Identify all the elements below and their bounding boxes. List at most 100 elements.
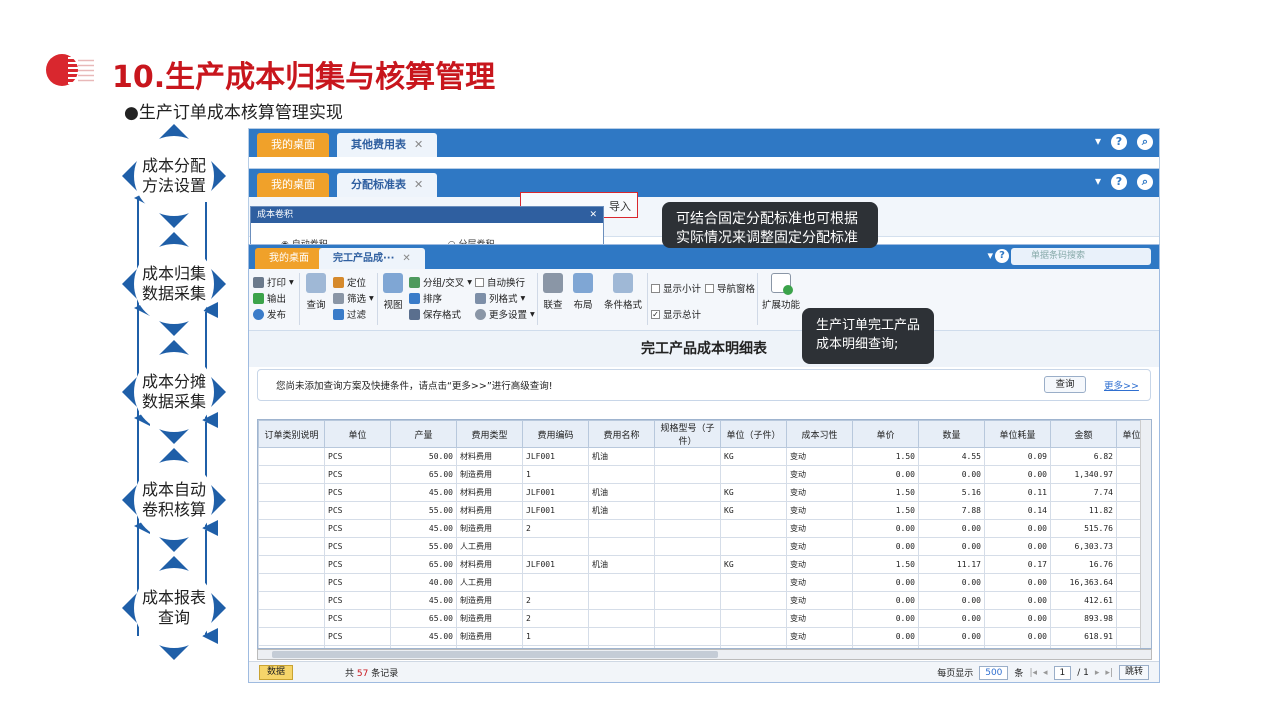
column-header[interactable]: 数量 xyxy=(918,420,985,448)
query-submit-button[interactable]: 查询 xyxy=(1044,376,1086,393)
table-cell xyxy=(258,501,325,520)
flow-node-2: 成本归集数据采集 xyxy=(118,228,230,340)
vertical-scrollbar[interactable] xyxy=(1140,420,1151,648)
table-cell: 1 xyxy=(522,465,589,484)
column-header[interactable]: 规格型号（子件） xyxy=(654,420,721,448)
publish-icon xyxy=(253,308,264,320)
filter2-button[interactable]: 过滤 xyxy=(333,307,366,321)
publish-button[interactable]: 发布 xyxy=(253,307,286,321)
table-cell: 11.82 xyxy=(1050,501,1117,520)
prev-page-icon[interactable]: ◂ xyxy=(1043,668,1048,678)
chevron-down-icon[interactable]: ▾ xyxy=(1095,174,1101,190)
table-cell: 7.88 xyxy=(918,501,985,520)
per-page-input[interactable]: 500 xyxy=(979,665,1009,680)
column-format-button[interactable]: 列格式 ▾ xyxy=(475,291,525,305)
tab-allocation-standard[interactable]: 分配标准表 ✕ xyxy=(337,173,438,197)
tab-desktop[interactable]: 我的桌面 xyxy=(257,173,329,197)
ribbon-label: 更多设置 xyxy=(489,310,528,321)
table-cell: 变动 xyxy=(786,573,853,592)
table-cell xyxy=(654,447,721,466)
ribbon-label: 筛选 xyxy=(347,294,367,305)
last-page-icon[interactable]: ▸| xyxy=(1105,668,1113,678)
close-icon[interactable]: ✕ xyxy=(402,253,410,264)
extend-button[interactable]: 扩展功能 xyxy=(761,273,801,311)
save-format-button[interactable]: 保存格式 xyxy=(409,307,461,321)
column-header[interactable]: 费用编码 xyxy=(522,420,589,448)
table-row[interactable]: PCS 45.00 制造费用 2 变动 0.00 0.00 0.00 515.76 xyxy=(258,519,1147,538)
sort-button[interactable]: 排序 xyxy=(409,291,442,305)
help-icon[interactable]: ? xyxy=(1111,174,1127,190)
nav-pane-toggle[interactable]: 导航窗格 xyxy=(705,281,755,295)
divider xyxy=(647,273,648,325)
table-cell: 0.00 xyxy=(852,573,919,592)
horizontal-scrollbar[interactable] xyxy=(257,649,1152,660)
layout-button[interactable]: 布局 xyxy=(571,273,595,311)
table-row[interactable]: PCS 45.00 制造费用 2 变动 0.00 0.00 0.00 412.61 xyxy=(258,591,1147,610)
conditional-format-button[interactable]: 条件格式 xyxy=(603,273,643,311)
show-subtotal-toggle[interactable]: 显示小计 xyxy=(651,281,701,295)
link-query-button[interactable]: 联查 xyxy=(541,273,565,311)
table-cell: 机油 xyxy=(588,555,655,574)
column-header[interactable]: 成本习性 xyxy=(786,420,853,448)
locate-button[interactable]: 定位 xyxy=(333,275,366,289)
column-header[interactable]: 费用类型 xyxy=(456,420,523,448)
chevron-down-icon[interactable]: ▾ xyxy=(987,249,993,262)
close-icon[interactable]: ✕ xyxy=(414,138,423,151)
table-row[interactable]: PCS 55.00 人工费用 变动 0.00 0.00 0.00 6,303.73 xyxy=(258,537,1147,556)
search-icon[interactable]: ⌕ xyxy=(1137,134,1153,150)
table-row[interactable]: PCS 55.00 材料费用 JLF001 机油 KG 变动 1.50 7.88 0.14 11.8… xyxy=(258,501,1147,520)
column-header[interactable]: 订单类别说明 xyxy=(258,420,325,448)
tab-desktop[interactable]: 我的桌面 xyxy=(257,133,329,157)
jump-button[interactable]: 跳转 xyxy=(1118,665,1149,680)
table-row[interactable]: PCS 50.00 材料费用 JLF001 机油 KG 变动 1.50 4.55 0.09 6.82 xyxy=(258,447,1147,466)
more-link[interactable]: 更多>> xyxy=(1104,378,1139,392)
ribbon-label: 定位 xyxy=(347,278,367,289)
next-page-icon[interactable]: ▸ xyxy=(1095,668,1100,678)
column-header[interactable]: 金额 xyxy=(1050,420,1117,448)
table-cell xyxy=(258,609,325,628)
more-settings-button[interactable]: 更多设置 ▾ xyxy=(475,307,535,321)
close-icon[interactable]: ✕ xyxy=(414,178,423,191)
table-cell: 变动 xyxy=(786,555,853,574)
export-button[interactable]: 输出 xyxy=(253,291,286,305)
table-row[interactable]: PCS 65.00 制造费用 2 变动 0.00 0.00 0.00 893.98 xyxy=(258,609,1147,628)
group-cross-button[interactable]: 分组/交叉 ▾ xyxy=(409,275,472,289)
table-cell: 变动 xyxy=(786,447,853,466)
window-controls: ▾ ? ⌕ xyxy=(1095,174,1153,190)
chevron-down-icon[interactable]: ▾ xyxy=(1095,134,1101,150)
table-cell xyxy=(258,519,325,538)
table-row[interactable]: PCS 65.00 制造费用 1 变动 0.00 0.00 0.00 1,340.97 xyxy=(258,465,1147,484)
tab-other-expenses[interactable]: 其他费用表 ✕ xyxy=(337,133,438,157)
table-row[interactable]: PCS 40.00 人工费用 变动 0.00 0.00 0.00 16,363.64 xyxy=(258,573,1147,592)
query-button[interactable]: 查询 xyxy=(303,273,329,311)
layout-icon xyxy=(573,273,593,293)
table-row[interactable]: PCS 45.00 制造费用 1 变动 0.00 0.00 0.00 618.91 xyxy=(258,627,1147,646)
sort-icon xyxy=(409,292,420,304)
column-header[interactable]: 单位耗量 xyxy=(984,420,1051,448)
column-header[interactable]: 单位（子件） xyxy=(720,420,787,448)
table-cell: PCS xyxy=(324,447,391,466)
page-input[interactable]: 1 xyxy=(1053,665,1072,680)
view-button[interactable]: 视图 xyxy=(381,273,405,311)
filter-button[interactable]: 筛选 ▾ xyxy=(333,291,374,305)
column-header[interactable]: 单位 xyxy=(324,420,391,448)
table-row[interactable]: PCS 45.00 材料费用 JLF001 机油 KG 变动 1.50 5.16 0.11 7.74 xyxy=(258,483,1147,502)
close-icon[interactable]: ✕ xyxy=(589,207,597,223)
column-header[interactable]: 产量 xyxy=(390,420,457,448)
show-total-toggle[interactable]: ✓ 显示总计 xyxy=(651,307,701,321)
help-icon[interactable]: ? xyxy=(995,249,1009,263)
table-cell: 变动 xyxy=(786,501,853,520)
help-icon[interactable]: ? xyxy=(1111,134,1127,150)
scroll-thumb[interactable] xyxy=(272,651,718,658)
auto-wrap-toggle[interactable]: 自动换行 xyxy=(475,275,525,289)
table-row[interactable]: PCS 65.00 材料费用 JLF001 机油 KG 变动 1.50 11.17 0.17 16.… xyxy=(258,555,1147,574)
first-page-icon[interactable]: |◂ xyxy=(1029,668,1037,678)
data-tab[interactable]: 数据 xyxy=(259,665,293,680)
tab-desktop[interactable]: 我的桌面 xyxy=(255,248,323,269)
column-header[interactable]: 费用名称 xyxy=(588,420,655,448)
print-button[interactable]: 打印 ▾ xyxy=(253,275,294,289)
tab-finished-product-cost[interactable]: 完工产品成··· ✕ xyxy=(319,248,425,269)
search-icon[interactable]: ⌕ xyxy=(1137,174,1153,190)
search-input[interactable]: 单据条码搜索 xyxy=(1011,248,1151,265)
column-header[interactable]: 单价 xyxy=(852,420,919,448)
